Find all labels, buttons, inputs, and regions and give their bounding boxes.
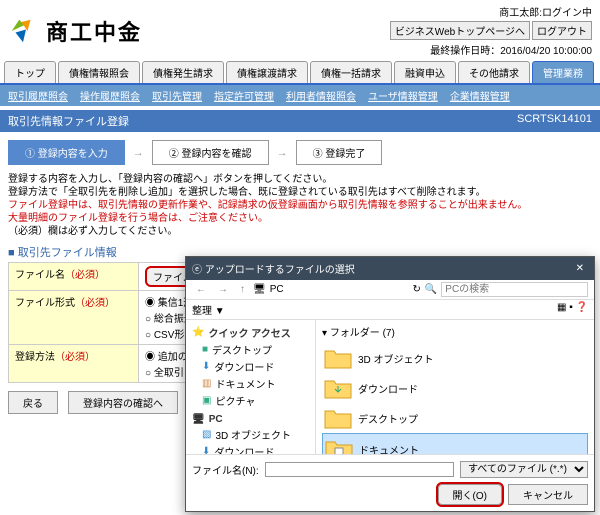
header: 商工中金 商工太郎:ログイン中 ビジネスWebトップページへ ログアウト 最終操… [0, 0, 600, 61]
tree-pc[interactable]: 🖥 PC [190, 413, 311, 426]
note-line: 登録する内容を入力し、「登録内容の確認へ」ボタンを押してください。 [8, 173, 592, 186]
folder-icon [325, 438, 353, 455]
subnav-torihiki-rireki[interactable]: 取引履歴照会 [8, 88, 68, 103]
folder-downloads[interactable]: ダウンロード [322, 373, 588, 403]
top-page-button[interactable]: ビジネスWebトップページへ [390, 21, 530, 40]
dialog-buttons: 開く(O) キャンセル [186, 484, 594, 511]
dialog-nav: ← → ↑ 🖥 PC ↻ 🔍 [186, 280, 594, 300]
tree-pc-dl[interactable]: ⬇ ダウンロード [190, 443, 311, 454]
folder-icon [324, 347, 352, 369]
close-icon[interactable]: ✕ [572, 263, 588, 274]
logout-button[interactable]: ログアウト [532, 21, 592, 40]
back-button[interactable]: 戻る [8, 391, 58, 414]
last-operation: 最終操作日時：2016/04/20 10:00:00 [390, 42, 592, 57]
filename-label: ファイル名(N): [192, 462, 259, 477]
folder-tree: ⭐ クイック アクセス ■ デスクトップ ⬇ ダウンロード ▥ ドキュメント ▣… [186, 320, 316, 454]
tree-3d[interactable]: ▧ 3D オブジェクト [190, 426, 311, 443]
pc-icon: 🖥 [253, 284, 266, 295]
folder-grid: ▾ フォルダー (7) 3D オブジェクト ダウンロード デスクトップ ドキュメ… [316, 320, 594, 454]
method-label-cell: 登録方法（必須） [9, 345, 139, 383]
page-code: SCRTSK14101 [517, 113, 592, 129]
tab-other[interactable]: その他請求 [458, 61, 530, 83]
main-tabs: トップ 債権情報照会 債権発生請求 債権譲渡請求 債権一括請求 融資申込 その他… [0, 61, 600, 85]
file-label-cell: ファイル名（必須） [9, 263, 139, 291]
subnav-kigyou[interactable]: 企業情報管理 [450, 88, 510, 103]
arrow-icon: → [277, 147, 288, 159]
dialog-footer: ファイル名(N): すべてのファイル (*.*) [186, 455, 594, 484]
view-icons[interactable]: ▦ ▪ ❓ [557, 302, 588, 317]
file-dialog: ⓔ アップロードするファイルの選択 ✕ ← → ↑ 🖥 PC ↻ 🔍 整理 ▼ … [185, 256, 595, 512]
page-title: 取引先情報ファイル登録 [8, 113, 129, 129]
step-2: ② 登録内容を確認 [152, 140, 269, 165]
dialog-titlebar: ⓔ アップロードするファイルの選択 ✕ [186, 257, 594, 280]
grid-header: ▾ フォルダー (7) [322, 324, 588, 343]
tab-kanri[interactable]: 管理業務 [532, 61, 594, 83]
organize-menu[interactable]: 整理 ▼ [192, 302, 225, 317]
confirm-button[interactable]: 登録内容の確認へ [68, 391, 178, 414]
dialog-body: ⭐ クイック アクセス ■ デスクトップ ⬇ ダウンロード ▥ ドキュメント ▣… [186, 320, 594, 455]
filetype-select[interactable]: すべてのファイル (*.*) [460, 461, 588, 478]
note-warning: 大量明細のファイル登録を行う場合は、ご注意ください。 [8, 212, 592, 225]
tab-yuushi[interactable]: 融資申込 [394, 61, 456, 83]
brand-logo [8, 16, 38, 46]
dialog-title: アップロードするファイルの選択 [205, 261, 355, 276]
subnav-riyousha[interactable]: 利用者情報照会 [286, 88, 356, 103]
tab-jouto[interactable]: 債権譲渡請求 [226, 61, 308, 83]
tab-hassei[interactable]: 債権発生請求 [142, 61, 224, 83]
instructions: 登録する内容を入力し、「登録内容の確認へ」ボタンを押してください。 登録方法で「… [0, 173, 600, 238]
filename-input[interactable] [265, 462, 454, 477]
brand-name: 商工中金 [46, 15, 142, 47]
nav-back-icon[interactable]: ← [192, 284, 210, 295]
tree-quick-access[interactable]: ⭐ クイック アクセス [190, 324, 311, 341]
search-icon: 🔍 [425, 284, 437, 295]
folder-documents[interactable]: ドキュメント [322, 433, 588, 455]
tree-desktop[interactable]: ■ デスクトップ [190, 341, 311, 358]
ie-icon: ⓔ [192, 261, 202, 276]
folder-3d[interactable]: 3D オブジェクト [322, 343, 588, 373]
subnav-sousa-rireki[interactable]: 操作履歴照会 [80, 88, 140, 103]
folder-desktop[interactable]: デスクトップ [322, 403, 588, 433]
format-label-cell: ファイル形式（必須） [9, 291, 139, 345]
step-1: ① 登録内容を入力 [8, 140, 125, 165]
folder-icon [324, 407, 352, 429]
sub-nav: 取引履歴照会 操作履歴照会 取引先管理 指定許可管理 利用者情報照会 ユーザ情報… [0, 85, 600, 106]
search-input[interactable] [441, 282, 588, 297]
nav-up-icon[interactable]: ↑ [236, 284, 249, 295]
nav-fwd-icon[interactable]: → [214, 284, 232, 295]
note-line: 登録方法で「全取引先を削除し追加」を選択した場合、既に登録されている取引先はすべ… [8, 186, 592, 199]
tree-pictures[interactable]: ▣ ピクチャ [190, 392, 311, 409]
arrow-icon: → [133, 147, 144, 159]
tab-top[interactable]: トップ [4, 61, 56, 83]
step-indicator: ① 登録内容を入力 → ② 登録内容を確認 → ③ 登録完了 [0, 132, 600, 173]
page-titlebar: 取引先情報ファイル登録 SCRTSK14101 [0, 110, 600, 132]
subnav-user-info[interactable]: ユーザ情報管理 [368, 88, 438, 103]
step-3: ③ 登録完了 [296, 140, 383, 165]
path-display[interactable]: PC [270, 284, 409, 295]
subnav-shitei-kyoka[interactable]: 指定許可管理 [214, 88, 274, 103]
note-line: （必須）欄は必ず入力してください。 [8, 225, 592, 238]
cancel-button[interactable]: キャンセル [508, 484, 588, 505]
refresh-icon[interactable]: ↻ [412, 284, 420, 295]
open-button[interactable]: 開く(O) [438, 484, 502, 505]
dialog-toolbar: 整理 ▼ ▦ ▪ ❓ [186, 300, 594, 320]
folder-icon [324, 377, 352, 399]
login-status: 商工太郎:ログイン中 [390, 4, 592, 19]
subnav-torihikisaki[interactable]: 取引先管理 [152, 88, 202, 103]
tree-documents[interactable]: ▥ ドキュメント [190, 375, 311, 392]
tab-ikkatsu[interactable]: 債権一括請求 [310, 61, 392, 83]
note-warning: ファイル登録中は、取引先情報の更新作業や、記録請求の仮登録画面から取引先情報を参… [8, 199, 592, 212]
header-right: 商工太郎:ログイン中 ビジネスWebトップページへ ログアウト 最終操作日時：2… [390, 4, 592, 57]
tree-downloads[interactable]: ⬇ ダウンロード [190, 358, 311, 375]
tab-saiken-info[interactable]: 債権情報照会 [58, 61, 140, 83]
